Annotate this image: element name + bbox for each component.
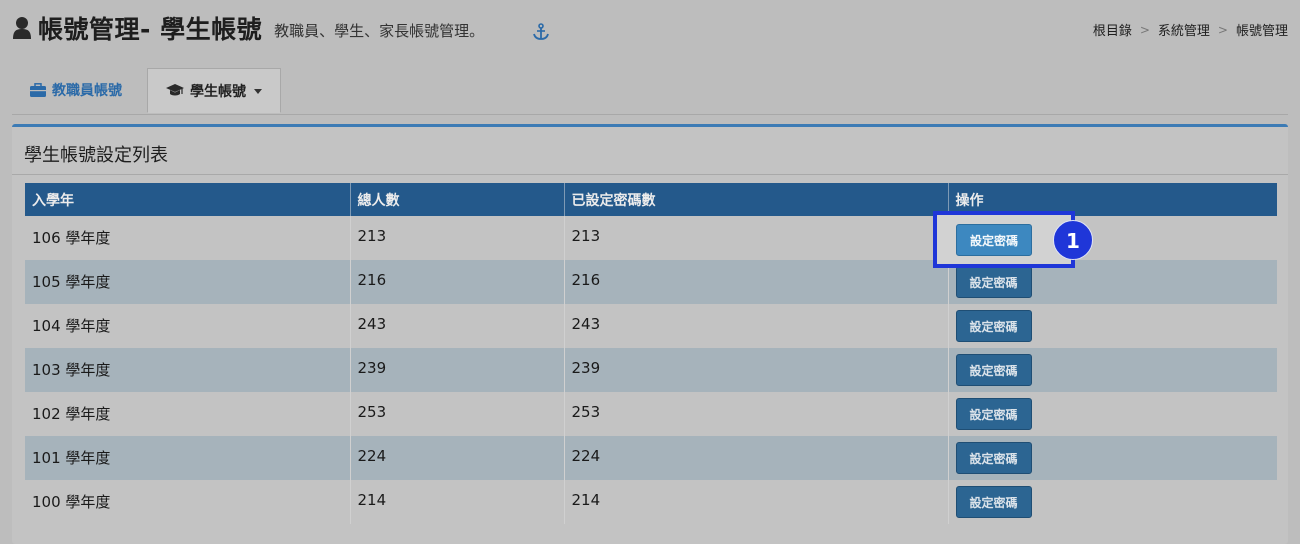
- tab-bar: 教職員帳號 學生帳號: [12, 68, 1288, 115]
- table-row: 104 學年度 243 243 設定密碼: [25, 304, 1277, 348]
- panel-divider: [12, 174, 1288, 175]
- panel-title: 學生帳號設定列表: [24, 145, 168, 166]
- page-header: 帳號管理- 學生帳號 教職員、學生、家長帳號管理。 根目錄 > 系統管理 > 帳…: [0, 0, 1300, 60]
- set-password-button[interactable]: 設定密碼: [955, 486, 1032, 518]
- breadcrumb: 根目錄 > 系統管理 > 帳號管理: [1093, 20, 1288, 40]
- table-row: 101 學年度 224 224 設定密碼: [25, 436, 1277, 480]
- column-header-total: 總人數: [350, 183, 565, 216]
- cell-year: 103 學年度: [25, 348, 351, 392]
- cell-total: 224: [350, 436, 565, 480]
- cell-action: 設定密碼: [948, 392, 1277, 436]
- cell-action: 設定密碼: [948, 436, 1277, 480]
- cell-password-set: 214: [564, 480, 949, 524]
- cell-total: 214: [350, 480, 565, 524]
- cell-password-set: 213: [564, 216, 949, 260]
- cell-action: 設定密碼: [948, 304, 1277, 348]
- breadcrumb-separator: >: [1217, 22, 1228, 37]
- cell-year: 105 學年度: [25, 260, 351, 304]
- cell-total: 213: [350, 216, 565, 260]
- breadcrumb-item-root[interactable]: 根目錄: [1093, 20, 1132, 39]
- breadcrumb-item-accounts: 帳號管理: [1235, 24, 1288, 39]
- briefcase-icon: [30, 83, 46, 97]
- cell-password-set: 216: [564, 260, 949, 304]
- set-password-button-highlighted[interactable]: 設定密碼: [956, 224, 1032, 256]
- cell-password-set: 239: [564, 348, 949, 392]
- page-subtitle: 教職員、學生、家長帳號管理。: [274, 21, 485, 40]
- user-icon: [13, 17, 31, 39]
- tab-staff-accounts[interactable]: 教職員帳號: [20, 68, 132, 112]
- student-account-panel: 學生帳號設定列表 入學年 總人數 已設定密碼數 操作 106 學年度 213 2…: [12, 124, 1288, 544]
- table-row: 100 學年度 214 214 設定密碼: [25, 480, 1277, 524]
- cell-year: 100 學年度: [25, 480, 351, 524]
- step-number-badge: 1: [1053, 220, 1093, 260]
- table-row: 103 學年度 239 239 設定密碼: [25, 348, 1277, 392]
- set-password-button[interactable]: 設定密碼: [955, 398, 1032, 430]
- cell-year: 102 學年度: [25, 392, 351, 436]
- page-title-text: 帳號管理- 學生帳號: [38, 15, 263, 44]
- cell-total: 253: [350, 392, 565, 436]
- breadcrumb-separator: >: [1139, 22, 1150, 37]
- column-header-password-set: 已設定密碼數: [564, 183, 949, 216]
- cell-total: 216: [350, 260, 565, 304]
- cell-year: 106 學年度: [25, 216, 351, 260]
- chevron-down-icon: [254, 89, 262, 94]
- table-header-row: 入學年 總人數 已設定密碼數 操作: [25, 183, 1277, 216]
- cell-total: 239: [350, 348, 565, 392]
- tab-student-label: 學生帳號: [190, 83, 246, 100]
- breadcrumb-item-system[interactable]: 系統管理: [1158, 20, 1210, 39]
- cell-password-set: 224: [564, 436, 949, 480]
- cell-password-set: 243: [564, 304, 949, 348]
- cell-action: 設定密碼: [948, 480, 1277, 524]
- tab-staff-label: 教職員帳號: [52, 83, 122, 99]
- page-title: 帳號管理- 學生帳號 教職員、學生、家長帳號管理。: [12, 10, 484, 46]
- graduation-cap-icon: [166, 84, 184, 96]
- cell-total: 243: [350, 304, 565, 348]
- column-header-year: 入學年: [25, 183, 351, 216]
- set-password-button[interactable]: 設定密碼: [955, 266, 1032, 298]
- anchor-icon[interactable]: [532, 23, 550, 41]
- table-row: 105 學年度 216 216 設定密碼: [25, 260, 1277, 304]
- set-password-button[interactable]: 設定密碼: [955, 310, 1032, 342]
- cell-password-set: 253: [564, 392, 949, 436]
- set-password-button[interactable]: 設定密碼: [955, 354, 1032, 386]
- table-row: 102 學年度 253 253 設定密碼: [25, 392, 1277, 436]
- tab-student-accounts[interactable]: 學生帳號: [147, 68, 281, 113]
- cell-action: 設定密碼: [948, 348, 1277, 392]
- cell-year: 104 學年度: [25, 304, 351, 348]
- cell-year: 101 學年度: [25, 436, 351, 480]
- set-password-button[interactable]: 設定密碼: [955, 442, 1032, 474]
